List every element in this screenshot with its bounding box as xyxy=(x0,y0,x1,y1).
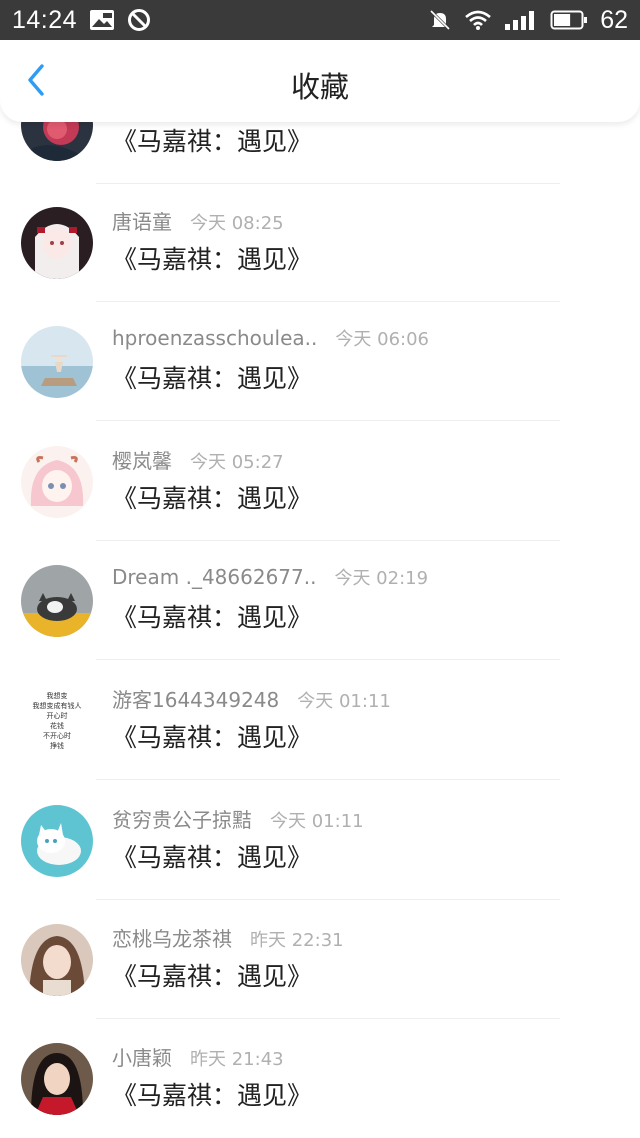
avatar[interactable] xyxy=(21,805,93,877)
list-item[interactable]: 小唐颖 昨天 21:43 《马嘉祺：遇见》 xyxy=(0,1018,640,1138)
timestamp: 昨天 22:31 xyxy=(250,930,344,951)
list-item[interactable]: Dream ._48662677.. 今天 02:19 《马嘉祺：遇见》 xyxy=(0,540,640,660)
avatar[interactable] xyxy=(21,446,93,518)
username[interactable]: 樱岚馨 xyxy=(112,445,172,474)
username[interactable]: 唐语童 xyxy=(112,206,172,235)
status-time: 14:24 xyxy=(12,5,78,34)
item-meta: Dream ._48662677.. 今天 02:19 xyxy=(112,564,428,590)
timestamp: 昨天 21:43 xyxy=(190,1049,284,1070)
username[interactable]: 恋桃乌龙茶祺 xyxy=(112,923,232,952)
item-meta: hproenzasschoulea.. 今天 06:06 xyxy=(112,325,429,351)
avatar[interactable] xyxy=(21,565,93,637)
username[interactable]: 游客1644349248 xyxy=(112,684,279,713)
item-meta: 贫穷贵公子掠黠 今天 01:11 xyxy=(112,804,364,833)
item-meta: 樱岚馨 今天 05:27 xyxy=(112,445,284,474)
blocked-icon xyxy=(127,8,151,32)
item-content: 《马嘉祺：遇见》 xyxy=(112,127,313,156)
item-content: 《马嘉祺：遇见》 xyxy=(112,603,313,632)
page-title: 收藏 xyxy=(290,70,349,104)
list-item[interactable]: 唐语童 今天 08:25 《马嘉祺：遇见》 xyxy=(0,182,640,302)
timestamp: 今天 08:25 xyxy=(190,213,284,234)
image-icon xyxy=(89,9,115,31)
signal-icon xyxy=(504,9,538,31)
username[interactable]: hproenzasschoulea.. xyxy=(112,326,317,350)
item-content: 《马嘉祺：遇见》 xyxy=(112,843,313,872)
avatar-text: 我想变 我想变成有钱人 开心时 花钱 不开心时 挣钱 xyxy=(21,685,93,757)
avatar[interactable] xyxy=(21,1043,93,1115)
avatar[interactable] xyxy=(21,924,93,996)
item-meta: 游客1644349248 今天 01:11 xyxy=(112,684,391,713)
timestamp: 今天 05:27 xyxy=(190,452,284,473)
mute-icon xyxy=(428,8,452,32)
list-item[interactable]: 恋桃乌龙茶祺 昨天 22:31 《马嘉祺：遇见》 xyxy=(0,899,640,1019)
avatar[interactable] xyxy=(21,207,93,279)
item-content: 《马嘉祺：遇见》 xyxy=(112,723,313,752)
item-content: 《马嘉祺：遇见》 xyxy=(112,484,313,513)
list-item[interactable]: hproenzasschoulea.. 今天 06:06 《马嘉祺：遇见》 xyxy=(0,301,640,421)
wifi-icon xyxy=(464,9,492,31)
list-item[interactable]: 我想变 我想变成有钱人 开心时 花钱 不开心时 挣钱 游客1644349248 … xyxy=(0,660,640,780)
nav-bar: 收藏 xyxy=(0,40,640,122)
item-content: 《马嘉祺：遇见》 xyxy=(112,245,313,274)
timestamp: 今天 01:11 xyxy=(297,691,391,712)
timestamp: 今天 06:06 xyxy=(335,329,429,350)
item-meta: 恋桃乌龙茶祺 昨天 22:31 xyxy=(112,923,344,952)
battery-icon xyxy=(550,9,588,31)
favorites-list: 《马嘉祺：遇见》 唐语童 今天 08:25 《马嘉祺：遇见》 hproenzas… xyxy=(0,0,640,1138)
username[interactable]: 贫穷贵公子掠黠 xyxy=(112,804,252,833)
status-bar: 14:24 62 xyxy=(0,0,640,40)
avatar[interactable] xyxy=(21,326,93,398)
item-meta: 唐语童 今天 08:25 xyxy=(112,206,284,235)
item-content: 《马嘉祺：遇见》 xyxy=(112,1081,313,1110)
timestamp: 今天 01:11 xyxy=(270,811,364,832)
avatar[interactable]: 我想变 我想变成有钱人 开心时 花钱 不开心时 挣钱 xyxy=(21,685,93,757)
username[interactable]: Dream ._48662677.. xyxy=(112,565,316,589)
battery-level: 62 xyxy=(600,5,628,34)
item-content: 《马嘉祺：遇见》 xyxy=(112,364,313,393)
list-item[interactable]: 樱岚馨 今天 05:27 《马嘉祺：遇见》 xyxy=(0,421,640,541)
item-meta: 小唐颖 昨天 21:43 xyxy=(112,1042,284,1071)
item-content: 《马嘉祺：遇见》 xyxy=(112,962,313,991)
list-item[interactable]: 贫穷贵公子掠黠 今天 01:11 《马嘉祺：遇见》 xyxy=(0,780,640,900)
timestamp: 今天 02:19 xyxy=(334,568,429,589)
username[interactable]: 小唐颖 xyxy=(112,1042,172,1071)
